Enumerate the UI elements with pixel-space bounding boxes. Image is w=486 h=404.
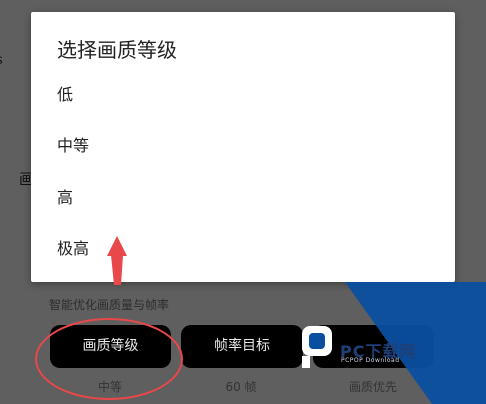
quality-level-dialog: 选择画质等级 低 中等 高 极高	[31, 12, 455, 282]
watermark-subtext: PCPOP Download	[341, 357, 400, 364]
frame-rate-value: 60 帧	[225, 380, 257, 394]
settings-hint: 智能优化画质量与帧率	[49, 298, 170, 312]
option-medium[interactable]: 中等	[57, 131, 427, 161]
background-edge-text-top: s	[0, 53, 3, 68]
option-ultra[interactable]: 极高	[57, 234, 427, 264]
option-high[interactable]: 高	[57, 183, 427, 213]
frame-rate-target-button[interactable]: 帧率目标	[181, 325, 303, 368]
option-low[interactable]: 低	[57, 80, 427, 110]
mode-value: 画质优先	[348, 380, 397, 394]
dialog-title: 选择画质等级	[57, 38, 177, 62]
annotation-circle	[35, 318, 183, 400]
